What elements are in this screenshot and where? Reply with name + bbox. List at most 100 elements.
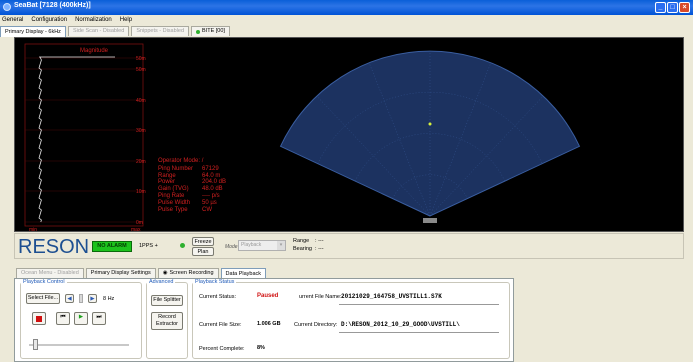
file-name-field-line bbox=[339, 304, 499, 305]
magnitude-tick-label: 50m bbox=[136, 56, 146, 62]
advanced-group: Advanced File Splitter Record Extractor bbox=[146, 279, 188, 359]
magnitude-plot-frame bbox=[24, 43, 144, 227]
playback-status-group: Playback Status Current Status: Paused u… bbox=[192, 279, 510, 359]
tab-snippets[interactable]: Snippets - Disabled bbox=[131, 26, 190, 36]
percent-complete-label: Percent Complete: bbox=[199, 346, 245, 352]
tab-side-scan[interactable]: Side Scan - Disabled bbox=[67, 26, 130, 36]
skip-forward-icon: ⏭ bbox=[96, 314, 102, 320]
current-status-label: Current Status: bbox=[199, 294, 236, 300]
sonar-view[interactable] bbox=[155, 38, 685, 233]
tab-primary-display[interactable]: Primary Display - 6kHz bbox=[0, 26, 66, 37]
skip-forward-button[interactable]: ⏭ bbox=[92, 312, 106, 325]
playback-position-track[interactable] bbox=[29, 344, 129, 346]
skip-back-button[interactable]: ⏮ bbox=[56, 312, 70, 325]
gain-label: Gain (TVG) bbox=[158, 186, 189, 193]
seabat-window: SeaBat [7128 (400kHz)] _ □ × General Con… bbox=[0, 0, 693, 362]
plan-button[interactable]: Plan bbox=[192, 247, 214, 256]
range-value: 64.0 m bbox=[202, 172, 221, 179]
sonar-target-marker bbox=[428, 122, 432, 126]
bite-status-icon bbox=[196, 29, 201, 34]
playback-control-legend: Playback Control bbox=[23, 279, 65, 285]
current-file-name-value: 20121029_164758_UVSTILL1.S7K bbox=[341, 293, 442, 300]
magnitude-tick-label: 30m bbox=[136, 128, 146, 134]
stop-button[interactable] bbox=[32, 312, 46, 325]
operator-mode: Operator Mode: / bbox=[158, 158, 204, 164]
vessel-icon bbox=[423, 218, 437, 223]
magnitude-tick-label: 40m bbox=[136, 98, 146, 104]
operator-info: Operator Mode: / Ping Number 67129 Range 6… bbox=[158, 158, 226, 213]
playback-position-thumb[interactable] bbox=[33, 339, 38, 350]
primary-display[interactable]: Magnitude 50m 50m 40m 30m 20m 10m 0m min max O… bbox=[14, 37, 685, 233]
current-file-size-value: 1.006 GB bbox=[257, 321, 281, 327]
record-icon: ◉ bbox=[162, 270, 168, 276]
playback-status-legend: Playback Status bbox=[195, 279, 235, 285]
maximize-button[interactable]: □ bbox=[667, 2, 678, 13]
window-title: SeaBat [7128 (400kHz)] bbox=[14, 2, 91, 9]
tab-primary-display-settings[interactable]: Primary Display Settings bbox=[85, 268, 156, 278]
percent-complete-value: 8% bbox=[257, 345, 265, 351]
menu-bar: General Configuration Normalization Help bbox=[0, 15, 693, 25]
gain-value: 48.0 dB bbox=[202, 186, 223, 193]
close-button[interactable]: × bbox=[679, 2, 690, 13]
rate-value: 8 Hz bbox=[103, 296, 115, 302]
current-status-value: Paused bbox=[257, 293, 279, 299]
tab-ocean-menu[interactable]: Ocean Menu - Disabled bbox=[16, 268, 84, 278]
menu-help[interactable]: Help bbox=[120, 17, 132, 23]
menu-normalization[interactable]: Normalization bbox=[75, 17, 112, 23]
display-tabs: Primary Display - 6kHz Side Scan - Disab… bbox=[0, 26, 693, 37]
range-label: Range bbox=[158, 172, 176, 179]
tab-screen-recording[interactable]: ◉ Screen Recording bbox=[157, 268, 219, 278]
ping-rate-label: Ping Rate bbox=[158, 192, 185, 199]
current-file-name-label: urrent File Name: bbox=[299, 294, 342, 300]
data-playback-panel: Playback Control Select File... ◀ ▶ 8 Hz… bbox=[14, 278, 514, 362]
ipps-label: 1PPS + bbox=[139, 243, 158, 249]
readout-range-value: --- bbox=[318, 238, 324, 244]
ipps-status-icon bbox=[180, 243, 185, 248]
rate-decrease-icon[interactable]: ◀ bbox=[65, 294, 74, 303]
tab-bite[interactable]: BITE [00] bbox=[191, 26, 230, 36]
stop-icon bbox=[36, 316, 42, 322]
magnitude-tick-label: 0m bbox=[136, 220, 143, 226]
current-directory-value: D:\RESON_2012_10_29_GOOD\UVSTILL\ bbox=[341, 321, 460, 328]
bottom-panel: Ocean Menu - Disabled Primary Display Se… bbox=[0, 262, 693, 362]
reson-logo: RESON bbox=[18, 236, 90, 258]
current-directory-label: Current Directory: bbox=[294, 322, 338, 328]
readout-range-label: Range bbox=[293, 238, 310, 244]
menu-general[interactable]: General bbox=[2, 17, 23, 23]
pulse-type-value: CW bbox=[202, 206, 212, 213]
magnitude-tick-label: 20m bbox=[136, 159, 146, 165]
alarm-indicator: NO ALARM bbox=[92, 241, 132, 252]
app-icon bbox=[3, 3, 11, 11]
skip-back-icon: ⏮ bbox=[60, 314, 66, 320]
directory-field-line bbox=[339, 332, 499, 333]
advanced-legend: Advanced bbox=[149, 279, 174, 285]
status-bar: RESON NO ALARM 1PPS + Freeze Plan Mode P… bbox=[14, 233, 684, 259]
pulse-width-value: 50 µs bbox=[202, 199, 217, 206]
readout-bearing-label: Bearing bbox=[293, 246, 312, 252]
select-file-button[interactable]: Select File... bbox=[26, 293, 60, 304]
record-extractor-button[interactable]: Record Extractor bbox=[151, 312, 183, 330]
mode-select-value: Playback bbox=[241, 242, 262, 248]
rate-increase-icon[interactable]: ▶ bbox=[88, 294, 97, 303]
power-value: 204.0 dB bbox=[202, 179, 227, 186]
minimize-button[interactable]: _ bbox=[655, 2, 666, 13]
magnitude-tick-label: 50m bbox=[136, 67, 146, 73]
mode-select[interactable]: Playback ▾ bbox=[238, 240, 286, 251]
pulse-type-label: Pulse Type bbox=[158, 206, 188, 213]
title-bar[interactable]: SeaBat [7128 (400kHz)] _ □ × bbox=[0, 0, 693, 15]
ping-number-label: Ping Number bbox=[158, 165, 194, 172]
rate-slider-thumb[interactable] bbox=[79, 294, 83, 303]
magnitude-trace bbox=[38, 56, 42, 223]
power-label: Power bbox=[158, 179, 176, 186]
menu-configuration[interactable]: Configuration bbox=[31, 17, 67, 23]
readout-bearing-value: --- bbox=[318, 246, 324, 252]
play-button[interactable]: ▶ bbox=[74, 312, 88, 325]
magnitude-plot: Magnitude 50m50m40m30m20m10m0m min max bbox=[24, 43, 146, 233]
playback-control-group: Playback Control Select File... ◀ ▶ 8 Hz… bbox=[20, 279, 142, 359]
chevron-down-icon: ▾ bbox=[277, 241, 285, 250]
freeze-button[interactable]: Freeze bbox=[192, 237, 214, 246]
file-splitter-button[interactable]: File Splitter bbox=[151, 295, 183, 306]
current-file-size-label: Current File Size: bbox=[199, 322, 242, 328]
bottom-tabs: Ocean Menu - Disabled Primary Display Se… bbox=[16, 268, 268, 279]
mode-label: Mode bbox=[225, 244, 238, 250]
